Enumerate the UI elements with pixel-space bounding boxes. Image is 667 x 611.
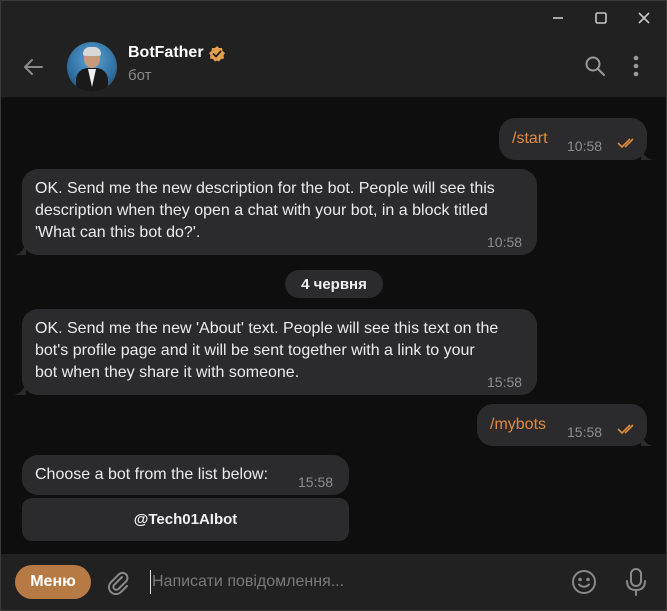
- bubble-tail: [14, 381, 26, 395]
- message-out[interactable]: /mybots 15:58: [477, 404, 647, 446]
- message-composer: Меню: [1, 554, 666, 610]
- message-in[interactable]: OK. Send me the new description for the …: [22, 169, 537, 255]
- message-list[interactable]: /start 10:58 OK. Send me the new descrip…: [1, 98, 666, 554]
- avatar[interactable]: [67, 42, 117, 92]
- date-separator: 4 червня: [285, 270, 383, 298]
- message-line: OK. Send me the new 'About' text. People…: [35, 320, 499, 337]
- message-line: 'What can this bot do?'.: [35, 224, 201, 241]
- message-time: 15:58: [487, 374, 523, 390]
- message-input[interactable]: [152, 568, 542, 596]
- text-caret: [150, 570, 151, 594]
- message-line: bot's profile page and it will be sent t…: [35, 342, 475, 359]
- message-out[interactable]: /start 10:58: [499, 118, 647, 160]
- read-ticks-icon: [617, 424, 634, 435]
- message-line: OK. Send me the new description for the …: [35, 180, 495, 197]
- message-in[interactable]: OK. Send me the new 'About' text. People…: [22, 309, 537, 395]
- message-time: 10:58: [487, 234, 523, 250]
- emoji-icon[interactable]: [570, 568, 598, 596]
- message-text: Choose a bot from the list below:: [35, 466, 269, 483]
- message-time: 15:58: [567, 424, 603, 440]
- chat-title[interactable]: BotFather: [128, 44, 204, 62]
- chat-header: BotFather бот: [1, 35, 666, 98]
- title-bar: [1, 1, 666, 35]
- menu-button[interactable]: Меню: [15, 565, 91, 599]
- read-ticks-icon: [617, 138, 634, 149]
- maximize-icon[interactable]: [584, 1, 618, 35]
- message-line: bot when they share it with someone.: [35, 364, 300, 381]
- search-icon[interactable]: [582, 53, 608, 79]
- verified-badge-icon: [208, 45, 226, 63]
- message-line: description when they open a chat with y…: [35, 202, 488, 219]
- attach-icon[interactable]: [105, 569, 131, 596]
- more-vertical-icon[interactable]: [623, 53, 649, 79]
- minimize-icon[interactable]: [541, 1, 575, 35]
- bubble-tail: [14, 241, 26, 255]
- message-time: 10:58: [567, 138, 603, 154]
- bubble-tail: [641, 146, 653, 160]
- message-in[interactable]: Choose a bot from the list below: 15:58: [22, 455, 349, 495]
- chat-status: бот: [128, 67, 152, 84]
- message-time: 15:58: [298, 474, 334, 490]
- microphone-icon[interactable]: [624, 567, 648, 597]
- message-text[interactable]: /mybots: [490, 414, 546, 436]
- message-text[interactable]: /start: [512, 128, 548, 150]
- inline-bot-button[interactable]: @Tech01AIbot: [22, 498, 349, 541]
- close-icon[interactable]: [627, 1, 661, 35]
- bubble-tail: [641, 432, 653, 446]
- back-arrow-icon[interactable]: [19, 53, 49, 81]
- telegram-window: BotFather бот /start 10:58 OK. Send me t…: [0, 0, 667, 611]
